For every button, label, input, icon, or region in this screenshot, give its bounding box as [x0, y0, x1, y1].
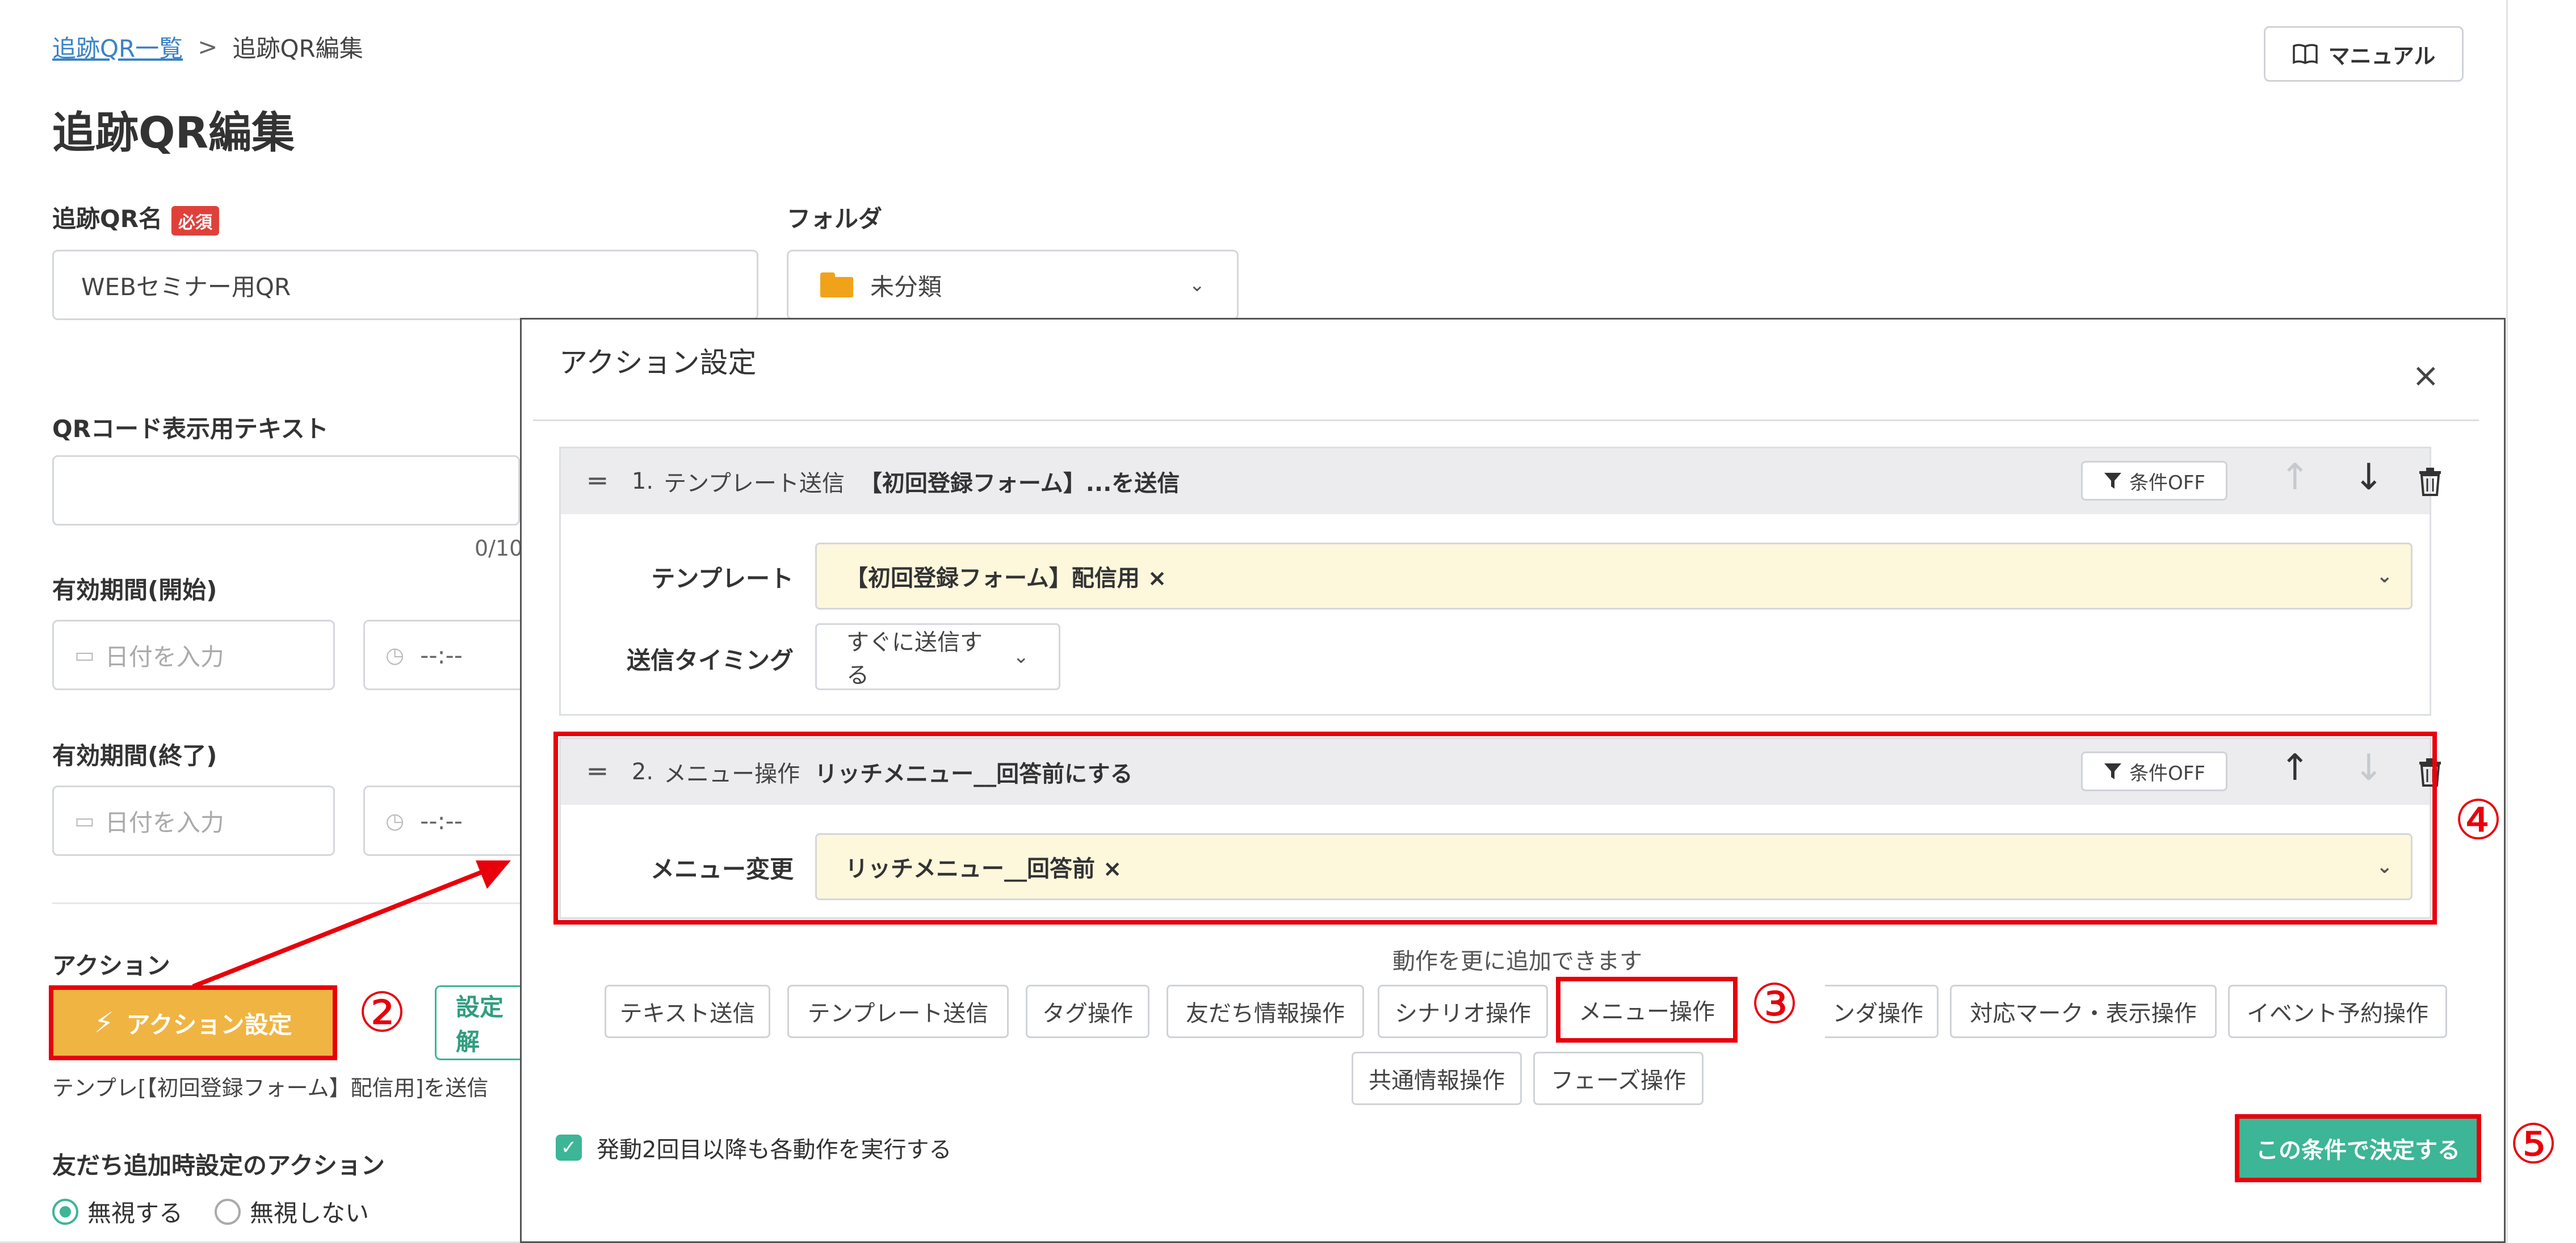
drag-handle-icon[interactable]: ═: [589, 465, 606, 497]
filter-icon: [2104, 473, 2122, 489]
repeat-checkbox-label: 発動2回目以降も各動作を実行する: [597, 1137, 952, 1163]
move-up-icon: ↑: [2280, 456, 2310, 498]
condition-off-label: 条件OFF: [2129, 471, 2205, 494]
chevron-down-icon: ⌄: [2376, 565, 2393, 587]
annotation-number-5: ⑤: [2509, 1112, 2558, 1176]
add-phase-button[interactable]: フェーズ操作: [1533, 1052, 1704, 1105]
template-row-label: テンプレート: [651, 565, 794, 593]
add-menu-operation-button[interactable]: メニュー操作: [1556, 977, 1738, 1043]
add-template-send-button[interactable]: テンプレート送信: [787, 985, 1009, 1038]
close-icon[interactable]: ×: [2412, 356, 2440, 394]
add-tag-button[interactable]: タグ操作: [1026, 985, 1149, 1038]
modal-title: アクション設定: [559, 346, 757, 379]
step-number: 1.: [631, 468, 654, 494]
step-type: テンプレート送信: [664, 471, 845, 497]
annotation-box-step-2: [553, 732, 2437, 925]
add-friend-info-button[interactable]: 友だち情報操作: [1167, 985, 1364, 1038]
add-scenario-button[interactable]: シナリオ操作: [1378, 985, 1548, 1038]
step-summary: 【初回登録フォーム】...を送信: [859, 471, 1180, 497]
add-event-reservation-button[interactable]: イベント予約操作: [2228, 985, 2447, 1038]
add-calendar-button[interactable]: ンダ操作: [1825, 985, 1939, 1038]
move-down-icon[interactable]: ↓: [2353, 456, 2384, 498]
add-text-send-button[interactable]: テキスト送信: [605, 985, 770, 1038]
send-timing-label: 送信タイミング: [626, 646, 794, 674]
repeat-checkbox[interactable]: ✓: [556, 1135, 582, 1161]
condition-off-button[interactable]: 条件OFF: [2081, 461, 2227, 501]
trash-icon[interactable]: [2418, 468, 2442, 496]
add-action-hint: 動作を更に追加できます: [1392, 948, 1642, 975]
send-timing-value: すぐに送信する: [846, 629, 983, 688]
confirm-button[interactable]: この条件で決定する: [2235, 1114, 2481, 1182]
add-common-info-button[interactable]: 共通情報操作: [1352, 1052, 1522, 1105]
send-timing-select[interactable]: すぐに送信する ⌄: [815, 623, 1060, 690]
modal-header-divider: [533, 419, 2479, 421]
chevron-down-icon: ⌄: [1013, 645, 1030, 668]
repeat-checkbox-row: ✓ 発動2回目以降も各動作を実行する: [556, 1131, 951, 1164]
action-settings-modal: アクション設定 × ═ 1. テンプレート送信 【初回登録フォーム】...を送信…: [520, 318, 2506, 1243]
annotation-number-4: ④: [2454, 788, 2503, 852]
action-step-1: ═ 1. テンプレート送信 【初回登録フォーム】...を送信 条件OFF ↑ ↓…: [559, 447, 2441, 716]
add-status-mark-button[interactable]: 対応マーク・表示操作: [1950, 985, 2217, 1038]
annotation-number-3: ③: [1750, 972, 1799, 1036]
template-select[interactable]: 【初回登録フォーム】配信用 × ⌄: [815, 543, 2413, 610]
template-tag: 【初回登録フォーム】配信用 ×: [845, 565, 1167, 591]
